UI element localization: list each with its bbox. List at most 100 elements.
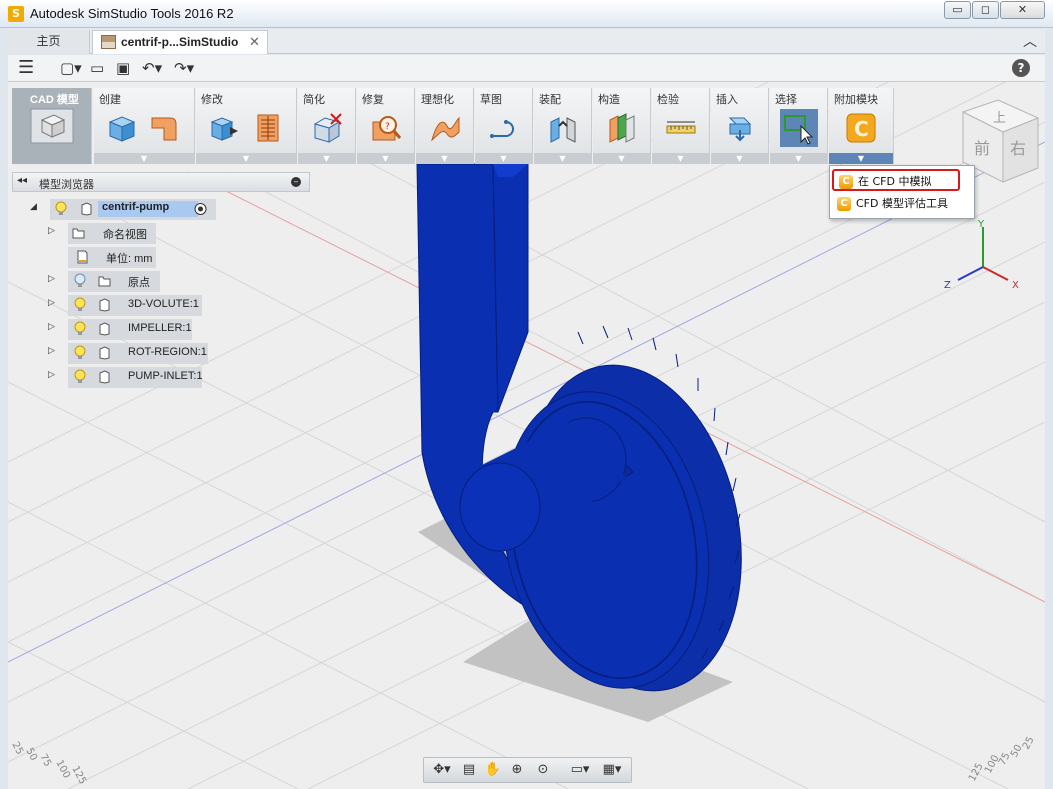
tree-root-node[interactable]: ◢ centrif-pump (28, 199, 218, 220)
display-settings-icon[interactable]: ▭▾ (566, 760, 594, 780)
ribbon-group-assemble[interactable]: 装配 ▼ (534, 88, 592, 164)
ribbon-group-dropdown-icon[interactable]: ▼ (475, 153, 532, 164)
hamburger-menu-icon[interactable]: ☰ (18, 58, 34, 78)
tab-document[interactable]: centrif-p...SimStudio ✕ (92, 30, 268, 54)
inlet-cylinder-end (459, 462, 541, 552)
visibility-bulb-icon[interactable] (73, 297, 87, 313)
model-browser-header[interactable]: ◂◂ 模型浏览器 – (12, 172, 310, 192)
minimize-button[interactable]: ▭ (944, 1, 971, 19)
menu-item-cfd-model-assessment[interactable]: C CFD 模型评估工具 (832, 193, 972, 215)
ribbon-group-inspect[interactable]: 检验 ▼ (652, 88, 710, 164)
tree-node-3d-volute[interactable]: ▷ 3D-VOLUTE:1 (46, 295, 216, 316)
ribbon-group-dropdown-icon[interactable]: ▼ (298, 153, 355, 164)
tab-home[interactable]: 主页 (8, 30, 90, 54)
ribbon-group-idealize[interactable]: 理想化 ▼ (416, 88, 474, 164)
ribbon-group-simplify[interactable]: 简化 ▼ (298, 88, 356, 164)
orbit-icon[interactable]: ✥▾ (428, 760, 456, 780)
cfd-icon: C (837, 197, 851, 211)
ribbon-group-create[interactable]: 创建 ▼ (94, 88, 195, 164)
idealize-surface-icon (431, 116, 460, 142)
expand-toggle-icon[interactable]: ▷ (48, 346, 55, 356)
ribbon-group-label: 附加模块 (834, 94, 878, 106)
tree-node-label: 命名视图 (103, 229, 147, 241)
remove-features-icon (313, 113, 342, 143)
ribbon-group-dropdown-icon[interactable]: ▼ (652, 153, 709, 164)
visibility-bulb-off-icon[interactable] (73, 273, 87, 289)
ribbon-group-dropdown-icon[interactable]: ▼ (94, 153, 194, 164)
ribbon-group-addins[interactable]: 附加模块 C ▼ (829, 88, 894, 164)
grid-tick-labels-left: 25 50 75 100 125 (9, 740, 88, 786)
ribbon-group-modify[interactable]: 修改 ▼ (196, 88, 297, 164)
minimize-panel-icon[interactable]: – (291, 177, 301, 187)
tree-node-impeller[interactable]: ▷ IMPELLER:1 (46, 319, 216, 340)
folder-icon (98, 276, 111, 287)
ribbon-group-label: 插入 (716, 94, 738, 106)
close-window-button[interactable]: ✕ (1000, 1, 1045, 19)
svg-text:?: ? (385, 122, 390, 132)
folder-icon (72, 228, 85, 239)
triad-z-axis (957, 266, 984, 281)
box-primitive-icon (108, 116, 136, 142)
menu-item-label: 在 CFD 中模拟 (858, 175, 932, 188)
tree-node-label: 3D-VOLUTE:1 (128, 298, 199, 310)
tree-node-named-views[interactable]: ▷ 命名视图 (46, 223, 166, 244)
tab-close-icon[interactable]: ✕ (249, 31, 260, 53)
ribbon-group-repair[interactable]: 修复 ? ▼ (357, 88, 415, 164)
grid-settings-icon[interactable]: ▦▾ (598, 760, 626, 780)
save-icon[interactable]: ▣ (116, 58, 130, 78)
expand-toggle-icon[interactable]: ▷ (48, 298, 55, 308)
viewcube-right-label: 右 (1010, 139, 1026, 158)
triad-x-label: X (1012, 280, 1019, 291)
menu-item-simulate-in-cfd[interactable]: C 在 CFD 中模拟 (832, 169, 960, 191)
visibility-bulb-icon[interactable] (54, 201, 68, 217)
addin-dropdown-menu: C 在 CFD 中模拟 C CFD 模型评估工具 (829, 165, 975, 219)
ribbon-group-cad-model[interactable]: CAD 模型 (12, 88, 92, 164)
open-folder-icon[interactable]: ▭ (90, 58, 104, 78)
collapse-panel-icon[interactable]: ◂◂ (17, 175, 27, 186)
expand-toggle-icon[interactable]: ◢ (30, 202, 37, 212)
visibility-bulb-icon[interactable] (73, 369, 87, 385)
zoom-window-icon[interactable]: ⊙ (532, 760, 554, 780)
tree-node-pump-inlet[interactable]: ▷ PUMP-INLET:1 (46, 367, 216, 388)
viewcube-front-label: 前 (974, 139, 990, 158)
undo-icon[interactable]: ↶▾ (142, 58, 162, 78)
ribbon-group-dropdown-icon[interactable]: ▼ (770, 153, 827, 164)
ribbon-group-dropdown-icon[interactable]: ▼ (711, 153, 768, 164)
body-icon (99, 298, 110, 312)
ribbon-group-select[interactable]: 选择 ▼ (770, 88, 828, 164)
expand-toggle-icon[interactable]: ▷ (48, 226, 55, 236)
expand-toggle-icon[interactable]: ▷ (48, 370, 55, 380)
pan-hand-icon[interactable]: ✋ (482, 760, 504, 780)
window-title-bar: S Autodesk SimStudio Tools 2016 R2 ▭ ◻ ✕ (0, 0, 1053, 28)
maximize-button[interactable]: ◻ (972, 1, 999, 19)
svg-text:125: 125 (967, 761, 986, 783)
ribbon-group-dropdown-icon[interactable]: ▼ (196, 153, 296, 164)
triad-y-label: Y (977, 219, 985, 230)
ribbon-group-dropdown-icon[interactable]: ▼ (534, 153, 591, 164)
ribbon-group-dropdown-icon[interactable]: ▼ (416, 153, 473, 164)
ribbon-group-label: 创建 (99, 94, 121, 106)
help-icon[interactable]: ? (1012, 59, 1030, 77)
expand-toggle-icon[interactable]: ▷ (48, 322, 55, 332)
ribbon-group-dropdown-icon[interactable]: ▼ (357, 153, 414, 164)
ribbon-group-construct[interactable]: 构造 ▼ (593, 88, 651, 164)
tree-node-units[interactable]: 单位: mm (46, 247, 166, 268)
collapse-chevron-icon[interactable]: ︿ (1023, 31, 1037, 51)
tree-node-origin[interactable]: ▷ 原点 (46, 271, 166, 292)
zoom-icon[interactable]: ⊕ (506, 760, 528, 780)
ribbon-group-sketch[interactable]: 草图 ▼ (475, 88, 533, 164)
visibility-bulb-icon[interactable] (73, 345, 87, 361)
new-file-icon[interactable]: ▢▾ (60, 58, 82, 78)
ribbon-group-label: 理想化 (421, 94, 454, 106)
ribbon-group-dropdown-icon[interactable]: ▼ (593, 153, 650, 164)
redo-icon[interactable]: ↷▾ (174, 58, 194, 78)
ribbon-group-insert[interactable]: 插入 ▼ (711, 88, 769, 164)
visibility-bulb-icon[interactable] (73, 321, 87, 337)
ribbon-group-dropdown-icon[interactable]: ▼ (829, 153, 893, 164)
expand-toggle-icon[interactable]: ▷ (48, 274, 55, 284)
activate-radio-icon[interactable] (194, 202, 207, 216)
tree-node-rot-region[interactable]: ▷ ROT-REGION:1 (46, 343, 216, 364)
tree-node-label: IMPELLER:1 (128, 322, 192, 334)
press-pull-icon (210, 117, 238, 141)
look-at-icon[interactable]: ▤ (458, 760, 480, 780)
